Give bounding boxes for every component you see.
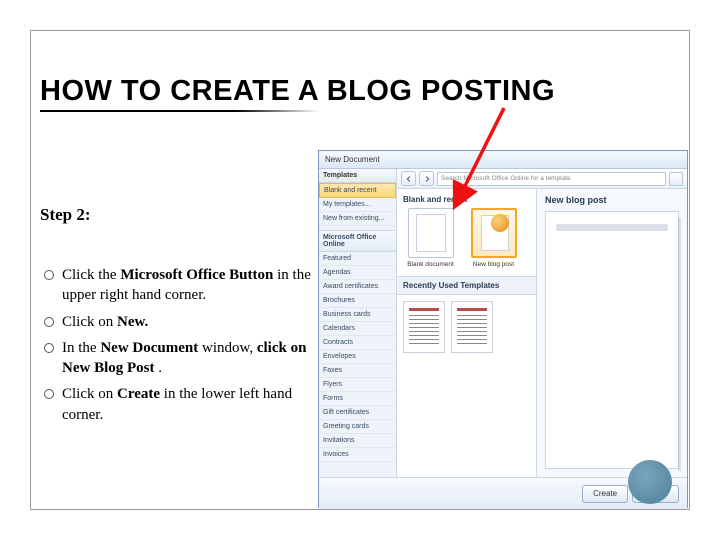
slide: HOW TO CREATE A BLOG POSTING Step 2: Cli…	[0, 0, 720, 540]
title-underline	[40, 110, 320, 112]
search-input[interactable]: Search Microsoft Office Online for a tem…	[437, 172, 666, 186]
recent-template-icon[interactable]	[403, 301, 445, 353]
nav-forward-button[interactable]	[419, 171, 434, 186]
list-item: Click on Create in the lower left hand c…	[40, 384, 320, 425]
preview-thumbnail	[545, 211, 679, 469]
tile-new-blog-post[interactable]: New blog post	[466, 208, 521, 268]
list-item: Click the Microsoft Office Button in the…	[40, 265, 320, 306]
search-go-button[interactable]	[669, 172, 683, 186]
sidebar-item-online[interactable]: Calendars	[319, 322, 396, 336]
sidebar-item-online[interactable]: Contracts	[319, 336, 396, 350]
step-label: Step 2:	[40, 205, 91, 225]
sidebar-item-online[interactable]: Flyers	[319, 378, 396, 392]
center-header: Blank and recent	[397, 189, 536, 208]
decorative-circle	[628, 460, 672, 504]
center-pane: Blank and recent Blank document New blog…	[397, 189, 537, 477]
sidebar-item-online[interactable]: Invoices	[319, 448, 396, 462]
sidebar-header: Templates	[319, 169, 396, 183]
sidebar-item-online[interactable]: Faxes	[319, 364, 396, 378]
slide-title: HOW TO CREATE A BLOG POSTING	[40, 75, 555, 108]
sidebar-item-online[interactable]: Forms	[319, 392, 396, 406]
create-button[interactable]: Create	[582, 485, 628, 503]
sidebar-item-online[interactable]: Invitations	[319, 434, 396, 448]
sidebar-item-online[interactable]: Brochures	[319, 294, 396, 308]
sidebar-online-header: Microsoft Office Online	[319, 230, 396, 252]
recent-template-icon[interactable]	[451, 301, 493, 353]
preview-pane: New blog post	[537, 189, 687, 477]
sidebar-item-online[interactable]: Gift certificates	[319, 406, 396, 420]
tile-blank-document[interactable]: Blank document	[403, 208, 458, 268]
recent-header: Recently Used Templates	[397, 276, 536, 295]
nav-back-button[interactable]	[401, 171, 416, 186]
sidebar-item-blank-and-recent[interactable]: Blank and recent	[319, 183, 396, 198]
sidebar-item-online[interactable]: Envelopes	[319, 350, 396, 364]
new-document-dialog: New Document Templates Blank and recent …	[318, 150, 688, 508]
sidebar-item-new-from-existing[interactable]: New from existing...	[319, 212, 396, 226]
sidebar-item-my-templates[interactable]: My templates...	[319, 198, 396, 212]
dialog-toolbar: Search Microsoft Office Online for a tem…	[397, 169, 687, 189]
preview-header: New blog post	[537, 189, 687, 211]
sidebar-item-online[interactable]: Featured	[319, 252, 396, 266]
templates-sidebar: Templates Blank and recent My templates.…	[319, 169, 397, 477]
sidebar-item-online[interactable]: Award certificates	[319, 280, 396, 294]
dialog-title: New Document	[325, 155, 380, 164]
dialog-titlebar: New Document	[319, 151, 687, 169]
sidebar-item-online[interactable]: Agendas	[319, 266, 396, 280]
list-item: In the New Document window, click on New…	[40, 338, 320, 379]
blog-post-icon	[471, 208, 517, 258]
sidebar-item-online[interactable]: Greeting cards	[319, 420, 396, 434]
list-item: Click on New.	[40, 312, 320, 332]
sidebar-item-online[interactable]: Business cards	[319, 308, 396, 322]
instruction-list: Click the Microsoft Office Button in the…	[40, 265, 320, 431]
recent-templates-area	[397, 295, 536, 477]
blank-document-icon	[408, 208, 454, 258]
